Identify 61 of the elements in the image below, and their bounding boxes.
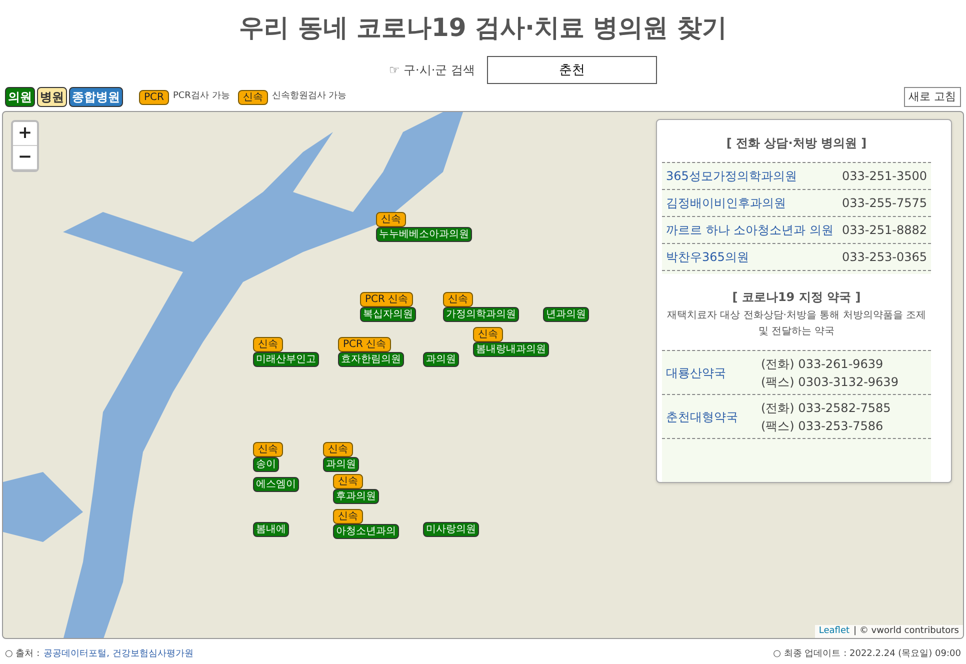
legend-chip: 종합병원: [69, 87, 123, 107]
refresh-button[interactable]: 새로 고침: [904, 87, 961, 107]
clinic-name[interactable]: 김정배이비인후과의원: [666, 194, 786, 212]
clinic-marker[interactable]: 미래산부인고: [253, 352, 319, 367]
test-badge: 신속: [253, 442, 283, 457]
clinic-marker[interactable]: 가정의학과의원: [443, 307, 519, 322]
pharmacy-name[interactable]: 춘천대형약국: [666, 408, 761, 426]
clinic-name[interactable]: 365성모가정의학과의원: [666, 167, 797, 185]
clinic-name[interactable]: 까르르 하나 소아청소년과 의원: [666, 221, 834, 239]
test-badge: PCR 신속: [338, 337, 392, 352]
map-drawing[interactable]: [2, 111, 964, 639]
leaflet-link[interactable]: Leaflet: [818, 624, 850, 638]
clinic-name[interactable]: 박찬우365의원: [666, 248, 749, 266]
zoom-in-button[interactable]: +: [13, 122, 37, 146]
clinic-marker[interactable]: 송이: [253, 457, 279, 472]
panel-description: 재택치료자 대상 전화상담·처방을 통해 처방의약품을 조제 및 전달하는 약국: [666, 309, 928, 339]
test-badge: 신속: [238, 90, 268, 104]
pharmacy-name[interactable]: 대룡산약국: [666, 364, 761, 382]
clinic-marker[interactable]: 년과의원: [543, 307, 589, 322]
clinic-marker[interactable]: 봄내에: [253, 522, 289, 537]
test-badge: 신속: [333, 509, 363, 524]
legend-chip: 의원: [5, 87, 35, 107]
clinic-marker[interactable]: 아청소년과의: [333, 524, 399, 539]
test-badge: 신속: [253, 337, 283, 352]
clinic-phone: 033-251-8882: [842, 222, 927, 239]
panel-title: [ 전화 상담·처방 병의원 ]: [725, 135, 868, 152]
clinic-marker[interactable]: 미사랑의원: [423, 522, 479, 537]
legend-label: PCR검사 가능: [172, 90, 230, 104]
test-badge: 신속: [376, 212, 406, 227]
test-badge: PCR: [139, 90, 169, 104]
zoom-out-button[interactable]: −: [13, 146, 37, 170]
clinic-marker[interactable]: 과의원: [423, 352, 459, 367]
clinic-marker[interactable]: 후과의원: [333, 489, 379, 504]
test-badge: 신속: [323, 442, 353, 457]
panel-title: [ 코로나19 지정 약국 ]: [731, 289, 862, 306]
legend-chip: 병원: [37, 87, 67, 107]
update-text: ○ 최종 업데이트 : 2022.2.24 (목요일) 09:00: [773, 648, 961, 661]
source-label: ○ 출처 :: [5, 648, 40, 661]
clinic-marker[interactable]: 복십자의원: [360, 307, 416, 322]
source-link[interactable]: 공공데이터포털, 건강보험심사평가원: [44, 648, 194, 662]
clinic-phone: 033-251-3500: [842, 168, 927, 185]
clinic-marker[interactable]: 과의원: [323, 457, 359, 472]
clinic-marker[interactable]: 누누베베소아과의원: [376, 227, 472, 242]
pharmacy-phone: (전화) 033-2582-7585: [761, 400, 891, 416]
test-badge: 신속: [443, 292, 473, 307]
clinic-phone: 033-255-7575: [842, 195, 927, 212]
clinic-marker[interactable]: 효자한림의원: [338, 352, 404, 367]
legend-label: 신속항원검사 가능: [272, 90, 347, 104]
page-title: 우리 동네 코로나19 검사·치료 병의원 찾기: [238, 12, 728, 44]
test-badge: PCR 신속: [360, 292, 414, 307]
search-label: ☞ 구·시·군 검색: [388, 62, 475, 79]
attribution-text: | © vworld contributors: [854, 624, 959, 638]
clinic-marker[interactable]: 봄내랑내과의원: [473, 342, 549, 357]
pharmacy-fax: (팩스) 0303-3132-9639: [761, 374, 898, 390]
search-field[interactable]: 춘천: [487, 56, 657, 84]
test-badge: 신속: [333, 474, 363, 489]
pharmacy-phone: (전화) 033-261-9639: [761, 356, 884, 372]
test-badge: 신속: [473, 327, 503, 342]
clinic-marker[interactable]: 에스엠이: [253, 477, 299, 492]
clinic-phone: 033-253-0365: [842, 249, 927, 266]
pharmacy-fax: (팩스) 033-253-7586: [761, 418, 884, 434]
